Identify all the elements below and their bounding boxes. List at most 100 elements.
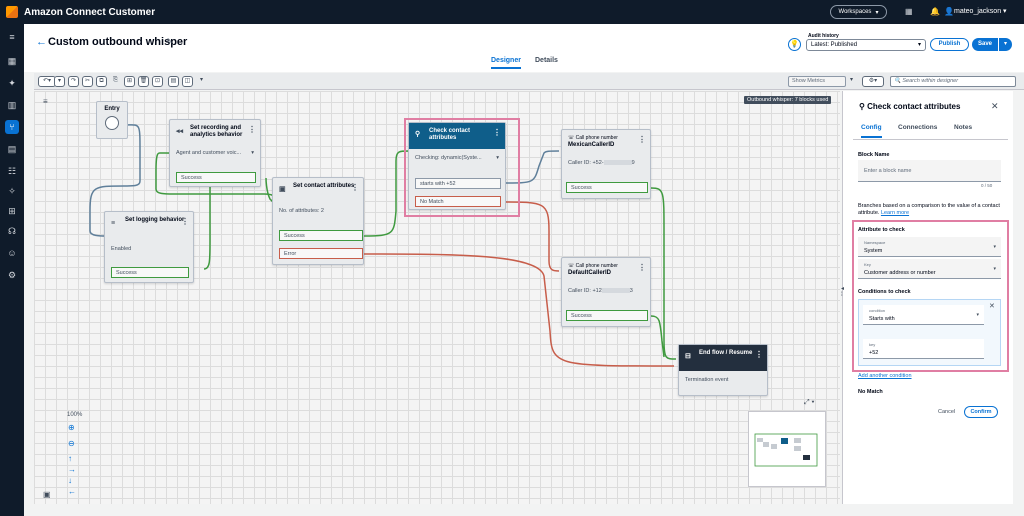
tab-notes[interactable]: Notes	[954, 124, 972, 131]
block-check-contact-attributes[interactable]: ⚲ Check contact attributes ⋮ Checking: dyn…	[408, 122, 506, 210]
port-success[interactable]: Success	[176, 172, 256, 183]
chevron-down-icon[interactable]: ▾	[251, 150, 254, 157]
chevron-down-icon[interactable]: ▾	[846, 76, 857, 87]
collapse-panel-icon[interactable]: ◂ ⁞	[841, 285, 844, 298]
block-end-flow[interactable]: ⊟ End flow / Resume ⋮ Termination event	[678, 344, 768, 396]
cut-icon[interactable]: ✂	[82, 76, 93, 87]
port-success[interactable]: Success	[566, 182, 648, 193]
chevron-down-icon[interactable]: ▾	[496, 155, 499, 162]
block-set-recording[interactable]: ◂◂ Set recording and analytics behavior ⋮ …	[169, 119, 261, 187]
analytics-icon[interactable]: ▥	[5, 98, 19, 112]
tab-details[interactable]: Details	[535, 57, 558, 64]
more-options-icon[interactable]: ⋮	[248, 126, 256, 134]
more-options-icon[interactable]: ⋮	[493, 129, 501, 137]
fit-view-icon[interactable]: ⤢ ▾	[804, 399, 815, 407]
pan-left-icon[interactable]: ←	[68, 487, 76, 496]
port-starts-with[interactable]: starts with +52	[415, 178, 501, 189]
settings-icon[interactable]: ⚙	[5, 268, 19, 282]
phone-icon[interactable]: ☊	[5, 224, 19, 238]
settings-gear-icon[interactable]: ⚙▾	[862, 76, 884, 87]
flows-icon[interactable]: ⑂	[5, 120, 19, 134]
select-all-icon[interactable]: ⊞	[124, 76, 135, 87]
key-select[interactable]: Key Customer address or number ▾	[858, 259, 1001, 279]
block-mexican-caller-id[interactable]: ☏ Call phone number MexicanCallerID ⋮ Call…	[561, 129, 651, 199]
redo-dropdown-icon[interactable]: ▾	[54, 76, 65, 87]
port-success[interactable]: Success	[111, 267, 189, 278]
tab-config[interactable]: Config	[861, 124, 882, 138]
block-body: Caller ID: +52- 9	[562, 156, 650, 171]
remove-condition-icon[interactable]: ✕	[989, 302, 995, 310]
routing-icon[interactable]: ✦	[5, 76, 19, 90]
user-menu[interactable]: mateo_jackson ▾	[954, 7, 1007, 15]
grid-icon[interactable]: ▦	[905, 7, 913, 16]
queues-icon[interactable]: ⊞	[5, 204, 19, 218]
edit-pencil-icon[interactable]: ✎	[166, 37, 173, 46]
bell-icon[interactable]: 🔔	[930, 7, 940, 16]
more-options-icon[interactable]: ⋮	[351, 184, 359, 192]
zoom-in-icon[interactable]: ⊕	[68, 423, 75, 432]
block-default-caller-id[interactable]: ☏ Call phone number DefaultCallerID ⋮ Call…	[561, 257, 651, 327]
block-set-contact-attributes[interactable]: ▣ Set contact attributes ⋮ No. of attribut…	[272, 177, 364, 265]
caller-id-prefix: Caller ID: +12	[568, 288, 602, 294]
show-metrics-button[interactable]: Show Metrics	[788, 76, 846, 87]
menu-icon[interactable]: ≡	[5, 30, 19, 44]
entry-point-icon	[105, 116, 119, 130]
minimap-toggle-icon[interactable]: ▣	[43, 490, 51, 499]
lightbulb-icon[interactable]: 💡	[788, 38, 801, 51]
arrange-icon[interactable]: ⊡	[152, 76, 163, 87]
tab-connections[interactable]: Connections	[898, 124, 937, 131]
paste-icon[interactable]: ⎘	[110, 76, 121, 87]
cancel-button[interactable]: Cancel	[938, 409, 955, 415]
port-success[interactable]: Success	[566, 310, 648, 321]
pan-down-icon[interactable]: ↓	[68, 476, 72, 485]
user-icon[interactable]: 👤	[944, 7, 954, 16]
more-options-icon[interactable]: ⋮	[638, 136, 646, 144]
add-condition-link[interactable]: Add another condition	[858, 373, 912, 379]
copy-icon[interactable]: ⧉	[96, 76, 107, 87]
more-options-icon[interactable]: ⋮	[181, 218, 189, 226]
chevron-down-icon: ▾	[917, 42, 921, 48]
port-no-match[interactable]: No Match	[415, 196, 501, 207]
publish-button[interactable]: Publish	[930, 38, 969, 51]
confirm-button[interactable]: Confirm	[964, 406, 998, 418]
save-button[interactable]: Save	[972, 38, 998, 51]
namespace-select[interactable]: Namespace System ▾	[858, 237, 1001, 257]
pan-right-icon[interactable]: →	[68, 465, 76, 474]
flow-canvas[interactable]: ≡ Outbound whisper: 7 blocks used Entry …	[34, 91, 840, 504]
dashboard-icon[interactable]: ▦	[5, 54, 19, 68]
condition-value-input[interactable]: key +52	[863, 339, 984, 359]
block-body: Agent and customer voic... ▾	[170, 146, 260, 161]
block-set-logging[interactable]: ≡ Set logging behavior ⋮ Enabled Success	[104, 211, 194, 283]
entry-label: Entry	[104, 106, 120, 112]
search-placeholder: Search within designer	[902, 78, 959, 84]
save-dropdown-button[interactable]: ▾	[998, 38, 1012, 51]
learn-more-link[interactable]: Learn more	[881, 210, 909, 216]
entry-block[interactable]: Entry	[96, 101, 128, 139]
search-input[interactable]: 🔍 Search within designer	[890, 76, 1016, 87]
port-error[interactable]: Error	[279, 248, 363, 259]
zoom-out-icon[interactable]: ⊖	[68, 439, 75, 448]
contact-lens-icon[interactable]: ✧	[5, 184, 19, 198]
workspaces-dropdown[interactable]: Workspaces ▾	[830, 5, 887, 19]
close-icon[interactable]: ✕	[991, 101, 999, 112]
view-icon[interactable]: ◫	[182, 76, 193, 87]
more-options-icon[interactable]: ⋮	[638, 264, 646, 272]
port-success[interactable]: Success	[279, 230, 363, 241]
block-name-input[interactable]: Enter a block name	[858, 160, 1001, 182]
minimap[interactable]	[748, 411, 826, 487]
more-options-icon[interactable]: ⋮	[755, 351, 763, 359]
audit-history-select[interactable]: Latest: Published ▾	[806, 39, 926, 51]
pan-up-icon[interactable]: ↑	[68, 454, 72, 463]
delete-icon[interactable]: 🗑	[138, 76, 149, 87]
phone-icon: ☏	[568, 135, 575, 141]
condition-select[interactable]: condition Starts with ▾	[863, 305, 984, 325]
layout-icon[interactable]: ▤	[168, 76, 179, 87]
tab-designer[interactable]: Designer	[491, 57, 521, 69]
zoom-level: 100%	[67, 412, 83, 418]
back-arrow-icon[interactable]: ←	[36, 36, 47, 48]
agent-icon[interactable]: ☺	[5, 246, 19, 260]
channels-icon[interactable]: ▤	[5, 142, 19, 156]
chevron-down-icon[interactable]: ▾	[196, 76, 207, 87]
redo-icon[interactable]: ↷	[68, 76, 79, 87]
users-icon[interactable]: ☷	[5, 164, 19, 178]
